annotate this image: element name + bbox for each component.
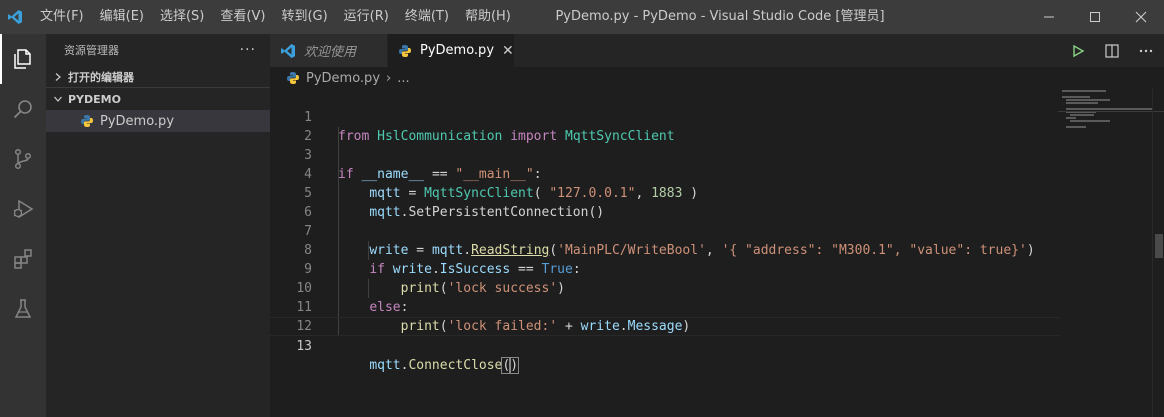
more-editor-actions-button[interactable] <box>1136 41 1156 61</box>
minimize-button[interactable] <box>1026 0 1072 34</box>
source-control-icon <box>14 148 32 170</box>
explorer-icon <box>14 49 31 69</box>
activity-run-debug[interactable] <box>0 184 46 234</box>
tab-welcome[interactable]: 欢迎使用 <box>270 34 388 67</box>
search-icon <box>13 100 32 119</box>
folder-label: PYDEMO <box>68 92 121 106</box>
split-editor-button[interactable] <box>1102 41 1122 61</box>
menu-file[interactable]: 文件(F) <box>32 0 92 34</box>
tab-pydemo-label: PyDemo.py <box>420 43 495 58</box>
activity-extensions[interactable] <box>0 234 46 284</box>
code-editor[interactable]: 1 from HslCommunication import MqttSyncC… <box>270 89 1164 417</box>
code-line: 3 if __name__ == "__main__": <box>270 127 1060 182</box>
breadcrumb-symbols[interactable]: ... <box>397 71 409 86</box>
tab-pydemo[interactable]: PyDemo.py ✕ <box>388 34 514 67</box>
extensions-icon <box>14 249 32 269</box>
menu-selection[interactable]: 选择(S) <box>152 0 212 34</box>
sidebar-title: 资源管理器 <box>64 44 119 57</box>
code-line: 12 <box>270 298 1060 334</box>
code-line: 7 write = mqtt.ReadString('MainPLC/Write… <box>270 203 1060 258</box>
activity-source-control[interactable] <box>0 134 46 184</box>
menu-go[interactable]: 转到(G) <box>273 0 335 34</box>
maximize-icon <box>1090 12 1100 22</box>
play-icon <box>1073 44 1085 57</box>
close-icon <box>1135 11 1147 23</box>
code-line: 10 else: <box>270 260 1060 315</box>
open-editors-section[interactable]: 打开的编辑器 <box>46 66 270 88</box>
code-line-current: 13 mqtt.ConnectClose() <box>270 317 1060 374</box>
tab-close-icon[interactable]: ✕ <box>502 43 514 59</box>
menu-run[interactable]: 运行(R) <box>336 0 397 34</box>
python-file-icon <box>398 44 412 58</box>
window-title: PyDemo.py - PyDemo - Visual Studio Code … <box>555 9 885 24</box>
code-line: 6 <box>270 184 1060 220</box>
breadcrumb: PyDemo.py › ... <box>270 67 1164 89</box>
activity-search[interactable] <box>0 84 46 134</box>
tab-welcome-label: 欢迎使用 <box>304 45 357 60</box>
sidebar-header: 资源管理器 ··· <box>46 34 270 66</box>
code-line: 1 from HslCommunication import MqttSyncC… <box>270 89 1060 144</box>
activity-testing[interactable] <box>0 284 46 334</box>
menu-view[interactable]: 查看(V) <box>212 0 273 34</box>
file-item-pydemo[interactable]: PyDemo.py <box>46 110 270 132</box>
editor-tab-bar: 欢迎使用 PyDemo.py ✕ <box>270 34 1164 67</box>
line-number: 13 <box>296 339 312 354</box>
code-line: 8 if write.IsSuccess == True: <box>270 222 1060 277</box>
breadcrumb-separator: › <box>386 70 392 86</box>
maximize-button[interactable] <box>1072 0 1118 34</box>
scrollbar-thumb[interactable] <box>1155 234 1163 258</box>
python-file-icon <box>286 71 300 85</box>
vertical-scrollbar[interactable] <box>1152 89 1164 417</box>
minimap[interactable] <box>1060 89 1152 417</box>
minimize-icon <box>1044 16 1054 18</box>
chevron-down-icon <box>50 94 66 104</box>
split-editor-icon <box>1105 43 1119 58</box>
menu-bar: 文件(F) 编辑(E) 选择(S) 查看(V) 转到(G) 运行(R) 终端(T… <box>32 0 519 34</box>
vscode-welcome-icon <box>280 43 296 59</box>
code-line: 2 <box>270 108 1060 144</box>
activity-explorer[interactable] <box>0 34 46 84</box>
code-line: 5 mqtt.SetPersistentConnection() <box>270 165 1060 220</box>
explorer-sidebar: 资源管理器 ··· 打开的编辑器 PYDEMO PyDemo.py <box>46 34 270 417</box>
python-file-icon <box>80 114 94 128</box>
editor-actions <box>1068 34 1156 67</box>
title-bar: 文件(F) 编辑(E) 选择(S) 查看(V) 转到(G) 运行(R) 终端(T… <box>0 0 1164 34</box>
activity-bar <box>0 34 46 417</box>
code-line: 9 print('lock success') <box>270 241 1060 296</box>
breadcrumb-file[interactable]: PyDemo.py <box>306 71 380 86</box>
code-line: 4 mqtt = MqttSyncClient( "127.0.0.1", 18… <box>270 146 1060 201</box>
window-controls <box>1026 0 1164 34</box>
minimap-divider <box>1058 111 1164 112</box>
testing-icon <box>14 299 32 318</box>
menu-terminal[interactable]: 终端(T) <box>397 0 457 34</box>
file-item-label: PyDemo.py <box>100 113 175 129</box>
more-icon <box>1139 49 1153 52</box>
menu-help[interactable]: 帮助(H) <box>457 0 519 34</box>
menu-edit[interactable]: 编辑(E) <box>92 0 152 34</box>
run-file-button[interactable] <box>1068 41 1088 61</box>
chevron-right-icon <box>50 72 66 82</box>
run-debug-icon <box>13 199 34 219</box>
code-text: mqtt.ConnectClose() <box>369 357 520 374</box>
folder-section[interactable]: PYDEMO <box>46 88 270 110</box>
vscode-logo-icon <box>0 0 30 34</box>
more-actions-icon[interactable]: ··· <box>240 42 256 58</box>
code-line: 11 print('lock failed:' + write.Message) <box>270 279 1060 334</box>
open-editors-label: 打开的编辑器 <box>68 70 134 84</box>
close-window-button[interactable] <box>1118 0 1164 34</box>
